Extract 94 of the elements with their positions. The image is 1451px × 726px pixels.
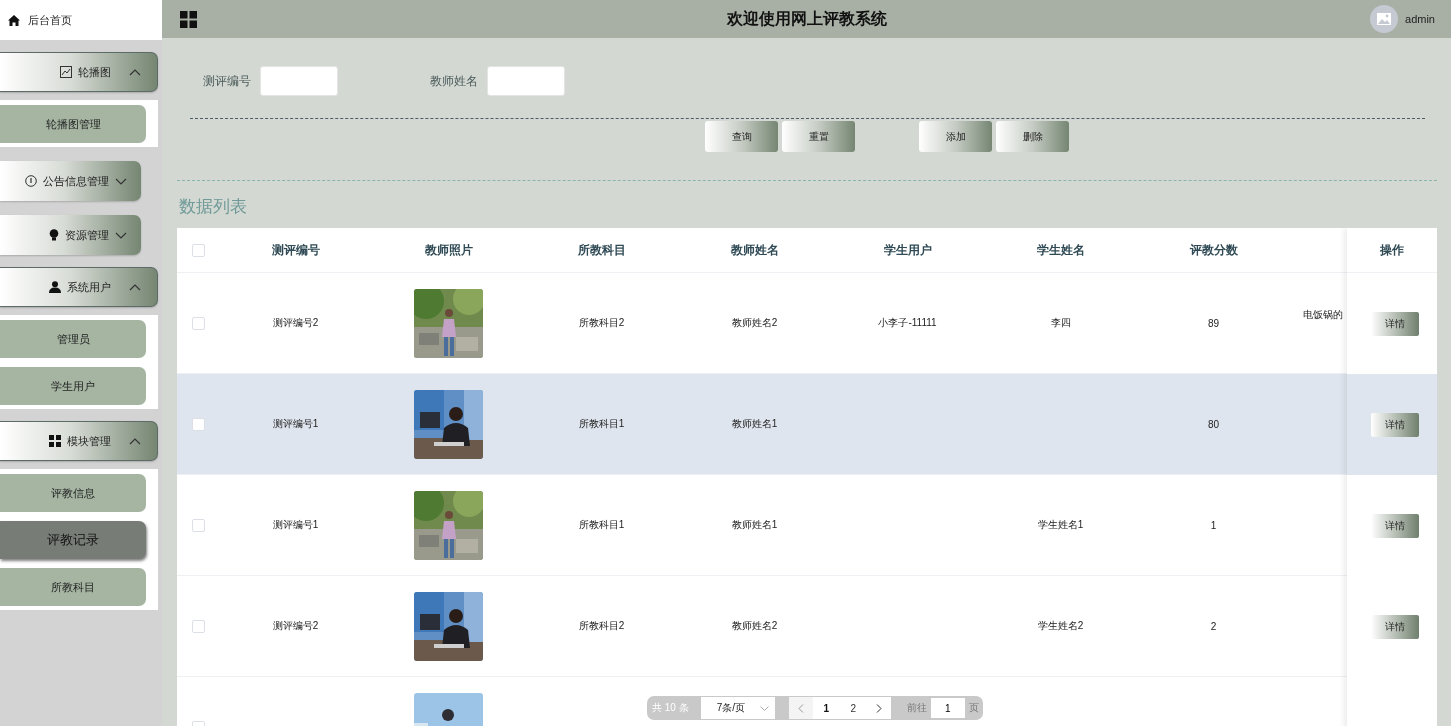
grid-icon bbox=[49, 435, 61, 447]
detail-button[interactable]: 详情 bbox=[1371, 614, 1419, 639]
column-header: 教师照片 bbox=[423, 241, 474, 259]
table-cell: 小李子-11111 bbox=[878, 316, 937, 330]
next-page-button[interactable] bbox=[866, 697, 891, 719]
menu-group-label: 模块管理 bbox=[67, 433, 111, 449]
column-header: 学生姓名 bbox=[1035, 241, 1086, 259]
detail-button[interactable]: 详情 bbox=[1371, 412, 1419, 437]
table-cell: 所教科目2 bbox=[578, 619, 625, 633]
home-icon bbox=[8, 14, 20, 26]
page-button[interactable]: 1 bbox=[812, 697, 840, 719]
page-suffix: 页 bbox=[968, 701, 979, 715]
table-cell: 教师姓名1 bbox=[731, 417, 778, 431]
image-icon bbox=[60, 66, 72, 78]
menu-group-label: 公告信息管理 bbox=[43, 173, 109, 189]
table-cell: 89 bbox=[1207, 317, 1220, 329]
chevron-up-icon bbox=[129, 437, 141, 445]
menu-item[interactable]: 管理员 bbox=[0, 320, 146, 358]
table-cell: 测评编号2 bbox=[272, 316, 319, 330]
table-cell: 所教科目1 bbox=[578, 518, 625, 532]
column-header: 所教科目 bbox=[576, 241, 627, 259]
home-link[interactable]: 后台首页 bbox=[0, 0, 162, 40]
avatar-icon[interactable] bbox=[1370, 5, 1399, 33]
table-cell: 电饭锅的 bbox=[1303, 308, 1343, 322]
page-size-select[interactable]: 7条/页 bbox=[700, 697, 775, 719]
field-label: 教师姓名 bbox=[430, 72, 478, 90]
home-label: 后台首页 bbox=[28, 12, 72, 28]
select-all-checkbox[interactable] bbox=[191, 243, 205, 257]
column-header: 评教分数 bbox=[1188, 241, 1239, 259]
menu-group-label: 系统用户 bbox=[67, 279, 111, 295]
user-icon bbox=[49, 281, 61, 293]
menu-group-label: 轮播图 bbox=[78, 64, 111, 80]
table-cell: 测评编号1 bbox=[272, 417, 319, 431]
action-button[interactable]: 添加 bbox=[919, 121, 992, 152]
info-icon bbox=[25, 175, 37, 187]
menu-group-label: 资源管理 bbox=[65, 227, 109, 243]
table-cell: 80 bbox=[1207, 418, 1220, 430]
row-checkbox[interactable] bbox=[191, 417, 205, 431]
column-header: 教师姓名 bbox=[729, 241, 780, 259]
table-cell: 李四 bbox=[1050, 316, 1071, 330]
detail-button[interactable]: 详情 bbox=[1371, 311, 1419, 336]
table-cell: 测评编号2 bbox=[272, 619, 319, 633]
section-title: 数据列表 bbox=[179, 196, 248, 218]
chevron-down-icon bbox=[115, 177, 127, 185]
menu-item[interactable]: 评教记录 bbox=[0, 521, 146, 559]
goto-label: 前往 bbox=[906, 701, 927, 715]
menu-group[interactable]: 公告信息管理 bbox=[0, 161, 141, 201]
table-cell: 教师姓名2 bbox=[731, 316, 778, 330]
previous-page-button[interactable] bbox=[788, 697, 813, 719]
chevron-right-icon bbox=[875, 703, 882, 713]
table-cell: 1 bbox=[1210, 519, 1217, 531]
table-cell: 所教科目2 bbox=[578, 316, 625, 330]
menu-item[interactable]: 学生用户 bbox=[0, 367, 146, 405]
page-title: 欢迎使用网上评教系统 bbox=[726, 8, 887, 29]
table-cell: 2 bbox=[1210, 620, 1217, 632]
row-checkbox[interactable] bbox=[191, 316, 205, 330]
chevron-left-icon bbox=[797, 703, 804, 713]
chevron-up-icon bbox=[129, 283, 141, 291]
menu-group[interactable]: 轮播图 bbox=[0, 52, 158, 92]
page-button[interactable]: 2 bbox=[839, 697, 867, 719]
chevron-up-icon bbox=[129, 68, 141, 76]
column-header: 操作 bbox=[1347, 228, 1437, 273]
menu-item[interactable]: 轮播图管理 bbox=[0, 105, 146, 143]
table-cell: 教师姓名1 bbox=[731, 518, 778, 532]
action-button[interactable]: 重置 bbox=[782, 121, 855, 152]
row-checkbox[interactable] bbox=[191, 518, 205, 532]
table-cell: 学生姓名2 bbox=[1037, 619, 1084, 633]
chevron-down-icon bbox=[115, 231, 127, 239]
table-row[interactable]: 测评编号2 所教科目2 教师姓名2 学生姓名2 2 bbox=[177, 576, 1347, 677]
chevron-down-icon bbox=[759, 705, 769, 711]
menu-group[interactable]: 模块管理 bbox=[0, 421, 158, 461]
table-cell: 测评编号1 bbox=[272, 518, 319, 532]
page-number-field[interactable]: 1 bbox=[930, 698, 965, 718]
search-field[interactable] bbox=[260, 66, 338, 96]
menu-icon[interactable] bbox=[180, 10, 197, 28]
action-button[interactable]: 删除 bbox=[996, 121, 1069, 152]
menu-group[interactable]: 系统用户 bbox=[0, 267, 158, 307]
action-button[interactable]: 查询 bbox=[705, 121, 778, 152]
table-row[interactable]: 测评编号1 所教科目1 教师姓名1 学生姓名1 1 bbox=[177, 475, 1347, 576]
table-cell: 学生姓名1 bbox=[1037, 518, 1084, 532]
table-cell: 所教科目1 bbox=[578, 417, 625, 431]
menu-item[interactable]: 所教科目 bbox=[0, 568, 146, 606]
menu-item[interactable]: 评教信息 bbox=[0, 474, 146, 512]
row-checkbox[interactable] bbox=[191, 619, 205, 633]
bulb-icon bbox=[49, 229, 59, 241]
table-cell: 教师姓名2 bbox=[731, 619, 778, 633]
column-header: 测评编号 bbox=[270, 241, 321, 259]
field-label: 测评编号 bbox=[203, 72, 251, 90]
table-row[interactable]: 测评编号1 所教科目1 教师姓名1 80 bbox=[177, 374, 1347, 475]
menu-group[interactable]: 资源管理 bbox=[0, 215, 141, 255]
column-header: 学生用户 bbox=[882, 241, 933, 259]
detail-button[interactable]: 详情 bbox=[1371, 513, 1419, 538]
search-field[interactable] bbox=[487, 66, 565, 96]
user-name: admin bbox=[1405, 13, 1435, 25]
